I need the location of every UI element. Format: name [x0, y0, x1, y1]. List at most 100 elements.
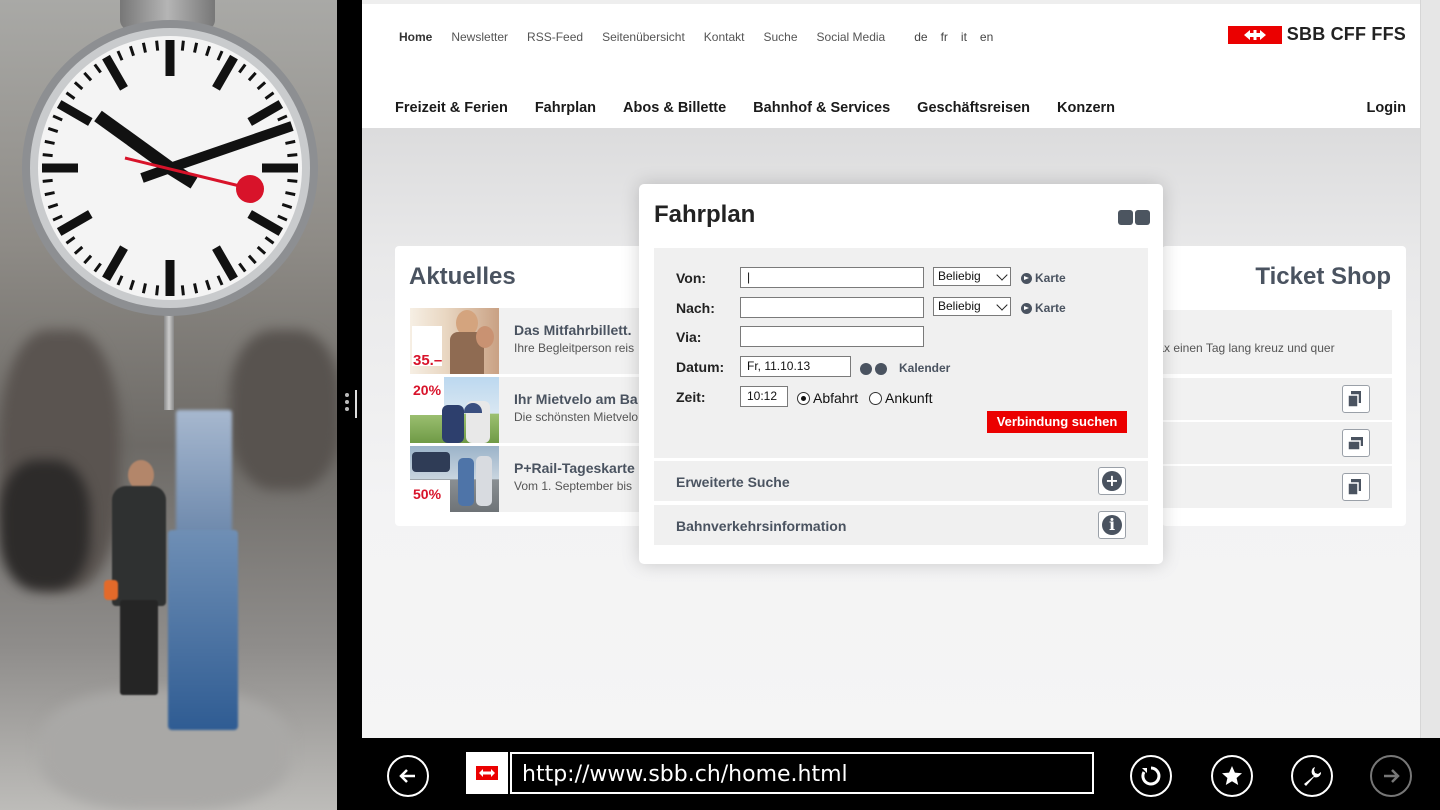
bahnverkehrsinformation-row[interactable]: Bahnverkehrsinformation i	[654, 505, 1148, 545]
forward-button[interactable]	[1370, 755, 1412, 797]
nav-geschaeftsreisen[interactable]: Geschäftsreisen	[917, 100, 1030, 116]
clock-minute-tick	[44, 139, 55, 145]
news-item[interactable]: 35.– Das Mitfahrbillett. Ihre Begleitper…	[410, 308, 655, 374]
aktuelles-title: Aktuelles	[409, 263, 516, 290]
clock-minute-tick	[155, 40, 160, 51]
chevron-down-icon	[996, 299, 1008, 311]
nav-sitemap[interactable]: Seitenübersicht	[602, 30, 685, 44]
nach-select[interactable]: Beliebig	[933, 297, 1011, 316]
nav-rss-feed[interactable]: RSS-Feed	[527, 30, 583, 44]
clock-minute-tick	[193, 283, 199, 294]
verbindung-suchen-button[interactable]: Verbindung suchen	[987, 411, 1127, 433]
news-item[interactable]: 20% Ihr Mietvelo am Ba Die schönsten Mie…	[410, 377, 655, 443]
ticket-copy-icon[interactable]	[1342, 385, 1370, 413]
von-select-value: Beliebig	[938, 269, 981, 283]
splitter-grip-icon[interactable]	[345, 390, 351, 420]
clock-minute-tick	[42, 178, 53, 183]
abfahrt-radio[interactable]: Abfahrt	[797, 390, 858, 406]
tools-button[interactable]	[1291, 755, 1333, 797]
abfahrt-label: Abfahrt	[813, 390, 859, 406]
ticket-machine-top	[176, 410, 232, 540]
via-input[interactable]	[740, 326, 924, 347]
nav-abos-billette[interactable]: Abos & Billette	[623, 100, 726, 116]
radio-selected	[797, 391, 810, 405]
nach-label: Nach:	[676, 300, 715, 316]
von-input[interactable]: |	[740, 267, 924, 288]
traveler-figure	[104, 460, 168, 700]
lang-de[interactable]: de	[914, 30, 927, 44]
nach-input[interactable]	[740, 297, 924, 318]
clock-minute-tick	[44, 191, 55, 197]
wrench-icon	[1304, 767, 1322, 786]
url-input[interactable]: http://www.sbb.ch/home.html	[510, 752, 1094, 794]
sbb-favicon-icon	[476, 766, 498, 780]
ticket-row[interactable]	[1162, 422, 1392, 464]
karte-label: Karte	[1035, 271, 1066, 285]
datum-input[interactable]: Fr, 11.10.13	[740, 356, 851, 377]
lang-fr[interactable]: fr	[941, 30, 948, 44]
nav-social-media[interactable]: Social Media	[817, 30, 886, 44]
news-title: P+Rail-Tageskarte	[514, 460, 635, 476]
nav-fahrplan[interactable]: Fahrplan	[535, 100, 596, 116]
clock-minute-tick	[193, 42, 199, 53]
ticket-row[interactable]	[1162, 466, 1392, 508]
erweiterte-suche-row[interactable]: Erweiterte Suche +	[654, 461, 1148, 501]
next-day-icon[interactable]	[875, 363, 887, 375]
crowd-blur	[230, 330, 337, 490]
page-scrollbar[interactable]	[1420, 0, 1440, 738]
news-item[interactable]: 50% P+Rail-Tageskarte Vom 1. September b…	[410, 446, 655, 512]
prev-day-icon[interactable]	[860, 363, 872, 375]
refresh-button[interactable]	[1130, 755, 1172, 797]
clock-app-pane	[0, 0, 337, 810]
von-karte-link[interactable]: Karte	[1021, 271, 1066, 285]
ticket-offer-row[interactable]: tax einen Tag lang kreuz und quer	[1154, 310, 1392, 374]
sbb-logo[interactable]: SBB CFF FFS	[1227, 24, 1406, 45]
ticket-copy-icon[interactable]	[1342, 473, 1370, 501]
clock-minute-tick	[285, 191, 296, 197]
chevron-down-icon	[996, 269, 1008, 281]
sbb-swiss-cross-icon	[1227, 25, 1282, 44]
nav-home[interactable]: Home	[399, 30, 432, 44]
share-icon[interactable]	[1135, 210, 1150, 225]
bahnverkehrsinformation-label: Bahnverkehrsinformation	[676, 518, 847, 534]
news-badge: 50%	[413, 486, 442, 502]
site-favicon	[466, 752, 508, 794]
comment-icon[interactable]	[1118, 210, 1133, 225]
news-thumbnail: 50%	[410, 446, 499, 512]
utility-nav: Home Newsletter RSS-Feed Seitenübersicht…	[399, 30, 1006, 44]
expand-plus-icon[interactable]: +	[1098, 467, 1126, 495]
lang-en[interactable]: en	[980, 30, 993, 44]
nav-bahnhof-services[interactable]: Bahnhof & Services	[753, 100, 890, 116]
nav-contact[interactable]: Kontakt	[704, 30, 745, 44]
clock-minute-tick	[180, 40, 185, 51]
station-clock-icon	[22, 20, 318, 316]
back-button[interactable]	[387, 755, 429, 797]
von-label: Von:	[676, 270, 707, 286]
ticket-row[interactable]	[1162, 378, 1392, 420]
zeit-input[interactable]: 10:12	[740, 386, 788, 407]
ticket-shop-title: Ticket Shop	[1255, 263, 1391, 290]
nav-freizeit-ferien[interactable]: Freizeit & Ferien	[395, 100, 508, 116]
nach-karte-link[interactable]: Karte	[1021, 301, 1066, 315]
luggage-blur	[0, 460, 90, 590]
von-select[interactable]: Beliebig	[933, 267, 1011, 286]
dialog-icons	[1118, 210, 1150, 225]
logo-text: SBB CFF FFS	[1286, 24, 1406, 44]
ankunft-radio[interactable]: Ankunft	[869, 390, 932, 406]
nav-konzern[interactable]: Konzern	[1057, 100, 1115, 116]
login-link[interactable]: Login	[1367, 100, 1406, 116]
nav-newsletter[interactable]: Newsletter	[451, 30, 508, 44]
news-subtitle: Die schönsten Mietvelo	[514, 410, 639, 424]
lang-it[interactable]: it	[961, 30, 967, 44]
news-badge: 35.–	[413, 352, 443, 369]
news-subtitle: Ihre Begleitperson reis	[514, 341, 635, 355]
arrow-right-icon	[1021, 272, 1032, 284]
info-icon[interactable]: i	[1098, 511, 1126, 539]
ticket-layers-icon[interactable]	[1342, 429, 1370, 457]
news-title: Ihr Mietvelo am Ba	[514, 391, 638, 407]
refresh-icon	[1141, 766, 1161, 786]
aktuelles-panel: Aktuelles 35.– Das Mitfahrbillett. Ihre …	[395, 246, 655, 526]
favorites-button[interactable]	[1211, 755, 1253, 797]
nav-search[interactable]: Suche	[763, 30, 797, 44]
kalender-link[interactable]: Kalender	[899, 361, 950, 375]
